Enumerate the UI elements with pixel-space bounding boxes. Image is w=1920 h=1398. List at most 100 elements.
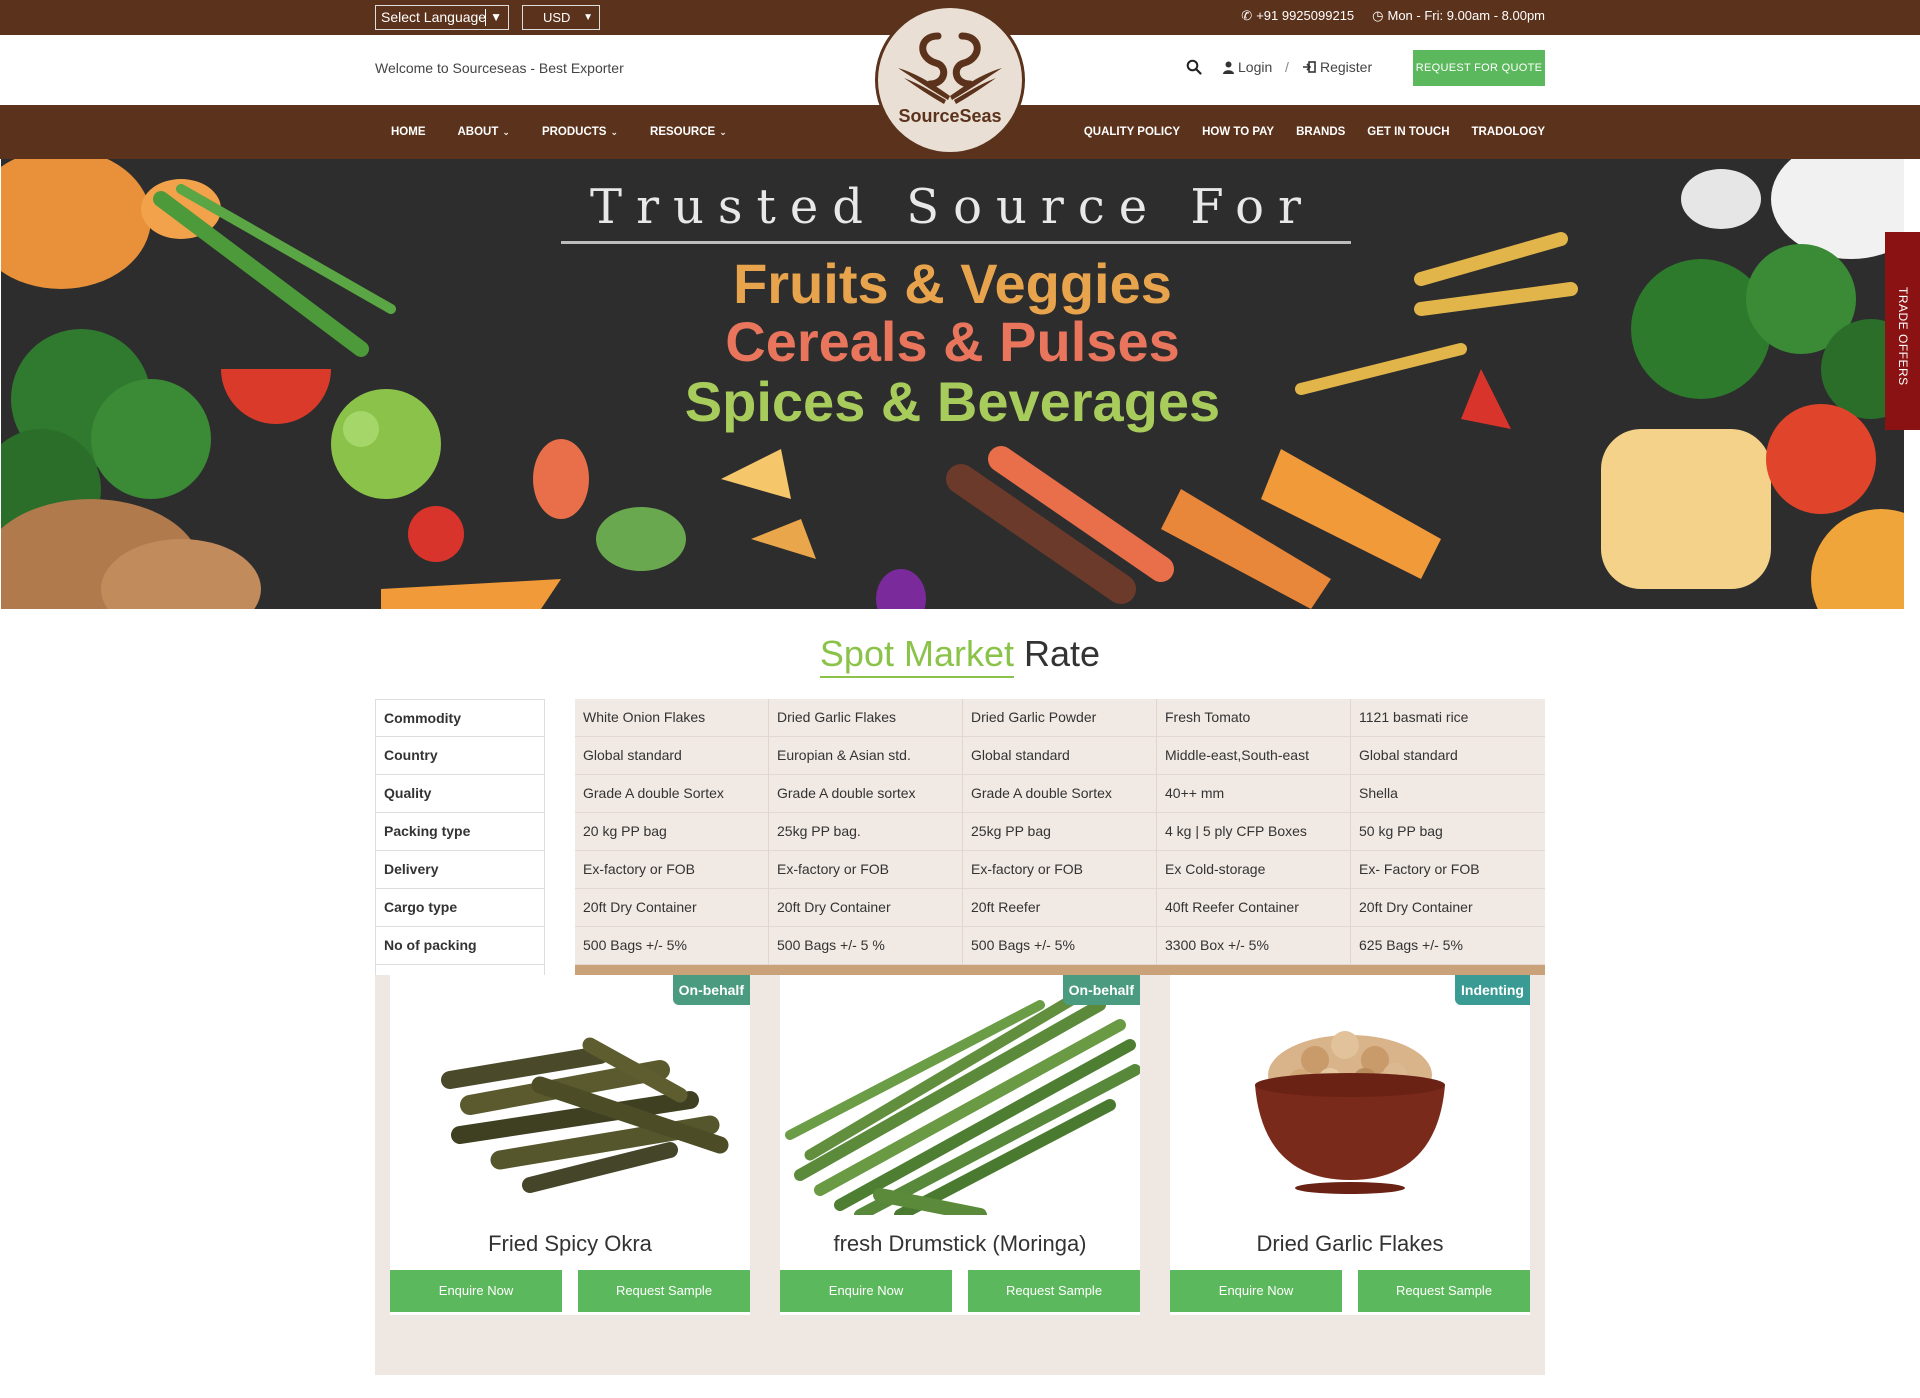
product-card: On-behalf Fried Spicy Okra Enquire Now R… <box>390 975 750 1315</box>
rate-cell: 25kg PP bag. <box>769 813 962 851</box>
rate-cell: Grade A double Sortex <box>575 775 768 813</box>
rate-cell: Grade A double sortex <box>769 775 962 813</box>
nav-item-products[interactable]: PRODUCTS ⌄ <box>542 126 618 138</box>
opening-hours: Mon - Fri: 9.00am - 8.00pm <box>1387 8 1546 23</box>
product-image[interactable] <box>390 975 750 1215</box>
nav-item-quality-policy[interactable]: QUALITY POLICY <box>1084 126 1180 138</box>
rate-cell: Fresh Tomato <box>1157 699 1350 737</box>
product-name[interactable]: fresh Drumstick (Moringa) <box>780 1231 1140 1257</box>
rate-cell: Dried Garlic Powder <box>963 699 1156 737</box>
okra-image <box>441 1037 729 1193</box>
logo-text: SourceSeas <box>898 106 1002 126</box>
nav-item-tradology[interactable]: TRADOLOGY <box>1472 126 1545 138</box>
nav-item-about[interactable]: ABOUT ⌄ <box>458 126 510 138</box>
product-badge: On-behalf <box>672 975 750 1005</box>
register-link[interactable]: Register <box>1302 59 1372 75</box>
rate-cell: Europian & Asian std. <box>769 737 962 775</box>
search-icon[interactable] <box>1186 59 1202 75</box>
enquire-now-button[interactable]: Enquire Now <box>390 1270 562 1312</box>
banner-line-4: Spices & Beverages <box>684 370 1221 433</box>
product-badge: Indenting <box>1455 975 1530 1005</box>
rate-cell: 500 Bags +/- 5% <box>963 927 1156 965</box>
top-contact: ✆ +91 9925099215 ◷ Mon - Fri: 9.00am - 8.0… <box>1241 0 1545 35</box>
site-logo[interactable]: SourceSeas <box>875 5 1025 155</box>
rate-cell: 20ft Dry Container <box>575 889 768 927</box>
product-name[interactable]: Fried Spicy Okra <box>390 1231 750 1257</box>
rate-cell: Ex- Factory or FOB <box>1351 851 1545 889</box>
language-select[interactable]: Select Language ▼ <box>375 5 509 30</box>
rate-cell: 3300 Box +/- 5% <box>1157 927 1350 965</box>
nav-item-resource[interactable]: RESOURCE ⌄ <box>650 126 727 138</box>
row-label: Cargo type <box>375 889 545 927</box>
request-sample-button[interactable]: Request Sample <box>578 1270 750 1312</box>
rate-cell: Ex-factory or FOB <box>963 851 1156 889</box>
rate-cell: 1121 basmati rice <box>1351 699 1545 737</box>
clock-icon: ◷ <box>1372 8 1384 23</box>
swan-logo-icon <box>898 32 1002 104</box>
rate-column: Dried Garlic Powder Global standard Grad… <box>963 699 1157 965</box>
rate-cell: Dried Garlic Flakes <box>769 699 962 737</box>
select-divider <box>485 9 486 26</box>
enquire-now-button[interactable]: Enquire Now <box>780 1270 952 1312</box>
rate-cell: Ex Cold-storage <box>1157 851 1350 889</box>
nav-item-label: PRODUCTS <box>541 126 607 138</box>
request-for-quote-button[interactable]: REQUEST FOR QUOTE <box>1413 50 1545 86</box>
rate-cell: 20ft Dry Container <box>1351 889 1545 927</box>
rate-cell: Global standard <box>1351 737 1545 775</box>
currency-select-label: USD <box>543 10 571 25</box>
banner-line-2: Fruits & Veggies <box>733 252 1172 315</box>
rate-cell: 625 Bags +/- 5% <box>1351 927 1545 965</box>
rate-cell: Middle-east,South-east <box>1157 737 1350 775</box>
section-title: Spot Market Rate <box>0 633 1920 678</box>
rate-table-scrollbar[interactable] <box>575 965 1545 975</box>
rate-cell: 20ft Reefer <box>963 889 1156 927</box>
nav-item-how-to-pay[interactable]: HOW TO PAY <box>1202 126 1274 138</box>
nav-item-get-in-touch[interactable]: GET IN TOUCH <box>1367 126 1449 138</box>
nav-item-home[interactable]: HOME <box>391 126 426 138</box>
currency-select[interactable]: USD ▼ <box>522 5 600 30</box>
welcome-text: Welcome to Sourceseas - Best Exporter <box>375 60 624 76</box>
product-image[interactable] <box>1170 975 1530 1215</box>
product-image[interactable] <box>780 975 1140 1215</box>
hero-banner: Trusted Source For Fruits & Veggies Cere… <box>1 159 1904 609</box>
hours-info: ◷ Mon - Fri: 9.00am - 8.00pm <box>1372 0 1545 35</box>
login-label: Login <box>1238 59 1273 75</box>
phone-info: ✆ +91 9925099215 <box>1241 0 1354 35</box>
trade-offers-label: TRADE OFFERS <box>1896 287 1910 386</box>
row-label: Packing type <box>375 813 545 851</box>
row-label: Quality <box>375 775 545 813</box>
rate-cell: Ex-factory or FOB <box>769 851 962 889</box>
banner-line-3: Cereals & Pulses <box>725 310 1180 373</box>
register-label: Register <box>1320 59 1373 75</box>
banner-divider <box>561 241 1351 244</box>
rate-cell: Ex-factory or FOB <box>575 851 768 889</box>
row-label: Commodity <box>375 699 545 737</box>
nav-item-label: RESOURCE <box>650 126 716 138</box>
section-title-highlight: Spot Market <box>819 633 1015 678</box>
caret-down-icon: ▼ <box>490 10 502 24</box>
rate-cell: 20ft Dry Container <box>769 889 962 927</box>
banner-line-1: Trusted Source For <box>590 179 1315 235</box>
nav-right: QUALITY POLICY HOW TO PAY BRANDS GET IN … <box>1084 105 1545 159</box>
rate-cell: 40++ mm <box>1157 775 1350 813</box>
chevron-down-icon: ⌄ <box>610 126 619 137</box>
product-card: Indenting Dried Garlic Flakes Enquire No… <box>1170 975 1530 1315</box>
rate-cell: 500 Bags +/- 5 % <box>769 927 962 965</box>
trade-offers-tab[interactable]: TRADE OFFERS <box>1885 232 1920 430</box>
product-name[interactable]: Dried Garlic Flakes <box>1170 1231 1530 1257</box>
nav-item-label: HOME <box>391 126 426 138</box>
phone-icon: ✆ <box>1241 8 1253 23</box>
request-sample-button[interactable]: Request Sample <box>1358 1270 1530 1312</box>
sign-in-icon <box>1303 61 1316 73</box>
chevron-down-icon: ⌄ <box>502 126 510 137</box>
rate-column: Fresh Tomato Middle-east,South-east 40++… <box>1157 699 1351 965</box>
request-sample-button[interactable]: Request Sample <box>968 1270 1140 1312</box>
enquire-now-button[interactable]: Enquire Now <box>1170 1270 1342 1312</box>
rate-cell: Global standard <box>963 737 1156 775</box>
rate-column: Dried Garlic Flakes Europian & Asian std… <box>769 699 963 965</box>
rate-table-labels: Commodity Country Quality Packing type D… <box>375 699 545 977</box>
login-link[interactable]: Login <box>1223 59 1272 75</box>
nav-item-brands[interactable]: BRANDS <box>1296 126 1345 138</box>
rate-cell: 50 kg PP bag <box>1351 813 1545 851</box>
rate-table-columns: White Onion Flakes Global standard Grade… <box>575 699 1545 965</box>
